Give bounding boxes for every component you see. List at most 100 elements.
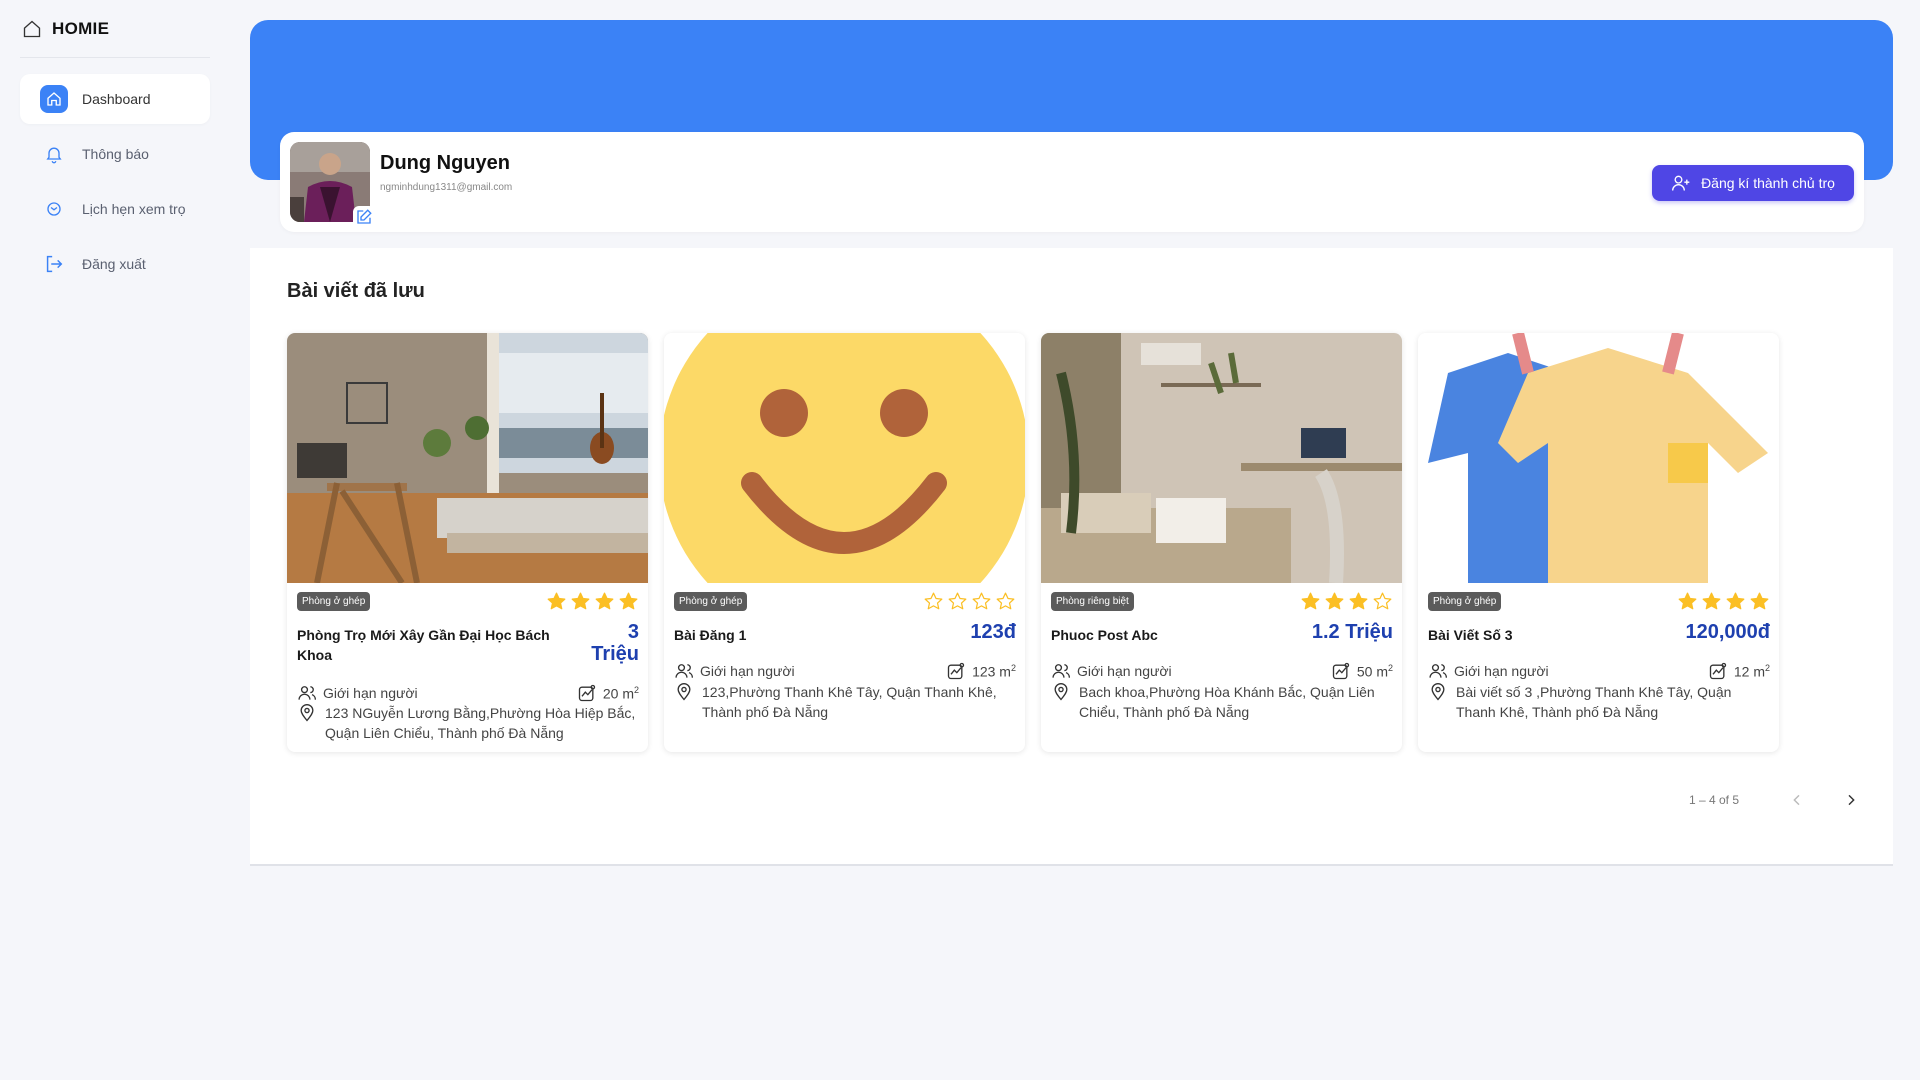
star-empty-icon — [948, 592, 967, 610]
address-info: Bach khoa,Phường Hòa Khánh Bắc, Quận Liê… — [1051, 682, 1396, 722]
users-icon — [1052, 664, 1070, 678]
star-empty-icon — [972, 592, 991, 610]
area-value: 12 m2 — [1733, 662, 1770, 680]
room-type-badge: Phòng ở ghép — [1428, 592, 1502, 611]
location-pin-icon — [1054, 683, 1068, 701]
users-icon — [1429, 664, 1447, 678]
post-card[interactable]: Phòng ở ghép Bài Đăng 1 123đ Giới hạn ng… — [664, 333, 1025, 752]
area-value: 50 m2 — [1356, 662, 1393, 680]
post-card[interactable]: Phòng ở ghép Bài Viết Số 3 120,000đ Giới… — [1418, 333, 1779, 752]
post-image — [287, 333, 648, 583]
occupancy-info: Giới hạn người — [1428, 661, 1549, 681]
address-info: Bài viết số 3 ,Phường Thanh Khê Tây, Quậ… — [1428, 682, 1773, 722]
home-icon — [40, 85, 68, 113]
previous-page-button[interactable] — [1785, 788, 1809, 812]
sidebar-nav: Dashboard Thông báo Lịch hẹn xem trọ Đăn… — [20, 74, 210, 289]
post-title[interactable]: Phòng Trọ Mới Xây Gần Đại Học Bách Khoa — [297, 625, 557, 665]
brand-title: HOMIE — [52, 18, 110, 38]
users-icon — [298, 686, 316, 700]
sidebar-item-label: Đăng xuất — [82, 256, 146, 272]
star-filled-icon — [571, 592, 590, 610]
star-filled-icon — [547, 592, 566, 610]
post-price: 3 Triệu — [591, 621, 639, 665]
saved-posts-panel: Bài viết đã lưu Phòng ở ghép Phòng Trọ M… — [250, 248, 1893, 866]
address-text: Bài viết số 3 ,Phường Thanh Khê Tây, Quậ… — [1456, 684, 1732, 720]
area-icon — [1709, 662, 1727, 680]
rating-stars — [1677, 591, 1770, 612]
sidebar-item-label: Thông báo — [82, 146, 149, 162]
location-pin-icon — [1431, 683, 1445, 701]
post-image — [664, 333, 1025, 583]
post-card[interactable]: Phòng ở ghép Phòng Trọ Mới Xây Gần Đại H… — [287, 333, 648, 752]
occupancy-info: Giới hạn người — [297, 683, 418, 703]
chevron-right-icon — [1848, 794, 1855, 806]
post-title[interactable]: Bài Viết Số 3 — [1428, 625, 1688, 645]
location-pin-icon — [300, 704, 314, 722]
sidebar-item-logout[interactable]: Đăng xuất — [20, 239, 210, 289]
edit-avatar-button[interactable] — [353, 206, 375, 228]
occupancy-info: Giới hạn người — [674, 661, 795, 681]
sidebar-item-label: Dashboard — [82, 91, 151, 107]
occupancy-label: Giới hạn người — [323, 685, 418, 701]
room-type-badge: Phòng ở ghép — [674, 592, 748, 611]
mail-icon — [40, 195, 68, 223]
sidebar-item-appointments[interactable]: Lịch hẹn xem trọ — [20, 184, 210, 234]
sidebar: HOMIE Dashboard Thông báo Lịch hẹn xem t… — [20, 0, 210, 294]
occupancy-label: Giới hạn người — [700, 663, 795, 679]
next-page-button[interactable] — [1839, 788, 1863, 812]
area-icon — [578, 684, 596, 702]
location-pin-icon — [677, 683, 691, 701]
occupancy-label: Giới hạn người — [1454, 663, 1549, 679]
star-filled-icon — [1349, 592, 1368, 610]
users-icon — [675, 664, 693, 678]
room-type-badge: Phòng riêng biệt — [1051, 592, 1134, 611]
room-type-badge: Phòng ở ghép — [297, 592, 371, 611]
area-info: 50 m2 — [1331, 661, 1393, 681]
area-info: 20 m2 — [577, 683, 639, 703]
post-price: 123đ — [970, 621, 1016, 643]
sidebar-item-dashboard[interactable]: Dashboard — [20, 74, 210, 124]
register-landlord-label: Đăng kí thành chủ trọ — [1701, 175, 1835, 191]
sidebar-item-notifications[interactable]: Thông báo — [20, 129, 210, 179]
sidebar-item-label: Lịch hẹn xem trọ — [82, 201, 186, 217]
occupancy-label: Giới hạn người — [1077, 663, 1172, 679]
saved-posts-list: Phòng ở ghép Phòng Trọ Mới Xây Gần Đại H… — [287, 333, 1779, 752]
star-filled-icon — [619, 592, 638, 610]
post-image — [1041, 333, 1402, 583]
area-value: 20 m2 — [602, 684, 639, 702]
edit-icon — [357, 209, 372, 224]
post-card[interactable]: Phòng riêng biệt Phuoc Post Abc 1.2 Triệ… — [1041, 333, 1402, 752]
area-info: 123 m2 — [946, 661, 1016, 681]
star-empty-icon — [1373, 592, 1392, 610]
star-empty-icon — [924, 592, 943, 610]
chevron-left-icon — [1793, 794, 1800, 806]
post-title[interactable]: Bài Đăng 1 — [674, 625, 934, 645]
occupancy-info: Giới hạn người — [1051, 661, 1172, 681]
star-filled-icon — [1726, 592, 1745, 610]
register-landlord-button[interactable]: Đăng kí thành chủ trọ — [1652, 165, 1854, 201]
post-image — [1418, 333, 1779, 583]
pagination-range: 1 – 4 of 5 — [1688, 793, 1739, 807]
area-value: 123 m2 — [972, 662, 1016, 680]
star-empty-icon — [996, 592, 1015, 610]
rating-stars — [923, 591, 1016, 612]
address-info: 123,Phường Thanh Khê Tây, Quận Thanh Khê… — [674, 682, 1019, 722]
profile-card: Dung Nguyen ngminhdung1311@gmail.com Đăn… — [280, 132, 1864, 232]
star-filled-icon — [1325, 592, 1344, 610]
rating-stars — [1300, 591, 1393, 612]
address-text: 123 NGuyễn Lương Bằng,Phường Hòa Hiệp Bắ… — [325, 705, 636, 741]
address-info: 123 NGuyễn Lương Bằng,Phường Hòa Hiệp Bắ… — [297, 703, 642, 743]
star-filled-icon — [1750, 592, 1769, 610]
brand[interactable]: HOMIE — [20, 0, 210, 58]
bell-icon — [40, 140, 68, 168]
post-title[interactable]: Phuoc Post Abc — [1051, 625, 1311, 645]
rating-stars — [546, 591, 639, 612]
area-info: 12 m2 — [1708, 661, 1770, 681]
star-filled-icon — [595, 592, 614, 610]
star-filled-icon — [1301, 592, 1320, 610]
section-title: Bài viết đã lưu — [287, 280, 425, 302]
home-icon — [23, 20, 41, 37]
address-text: Bach khoa,Phường Hòa Khánh Bắc, Quận Liê… — [1079, 684, 1375, 720]
profile-email: ngminhdung1311@gmail.com — [380, 182, 513, 193]
area-icon — [947, 662, 965, 680]
